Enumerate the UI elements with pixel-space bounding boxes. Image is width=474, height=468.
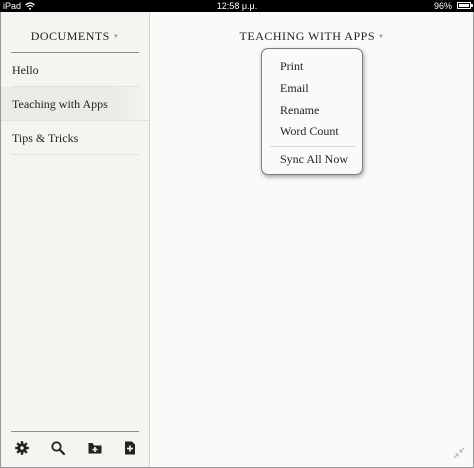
document-item-tips-tricks[interactable]: Tips & Tricks — [11, 121, 139, 155]
search-icon[interactable] — [50, 440, 66, 456]
document-add-icon[interactable] — [122, 440, 138, 456]
menu-item-email[interactable]: Email — [280, 81, 309, 96]
document-menu-popover: Print Email Rename Word Count Sync All N… — [261, 48, 363, 175]
document-title: TEACHING WITH APPS — [239, 29, 375, 43]
status-bar: iPad 12:58 μ.μ. 96% — [0, 0, 474, 12]
document-item-teaching-with-apps[interactable]: Teaching with Apps — [1, 87, 149, 121]
chevron-down-icon: ▼ — [378, 34, 385, 41]
battery-percent: 96% — [433, 1, 452, 11]
menu-item-sync-all-now[interactable]: Sync All Now — [280, 152, 348, 167]
sidebar-title: DOCUMENTS — [30, 29, 110, 43]
status-time: 12:58 μ.μ. — [216, 1, 258, 11]
document-label: Teaching with Apps — [12, 97, 108, 111]
folder-add-icon[interactable] — [87, 440, 103, 456]
document-item-hello[interactable]: Hello — [11, 53, 139, 87]
sidebar-title-button[interactable]: DOCUMENTS ▼ — [1, 29, 149, 44]
document-list: Hello Teaching with Apps Tips & Tricks — [1, 53, 149, 155]
menu-item-print[interactable]: Print — [280, 59, 303, 74]
divider — [11, 431, 139, 432]
sidebar: DOCUMENTS ▼ Hello Teaching with Apps Tips… — [1, 12, 150, 467]
collapse-icon[interactable] — [453, 447, 465, 459]
menu-divider — [270, 146, 356, 147]
document-title-button[interactable]: TEACHING WITH APPS ▼ — [150, 29, 474, 44]
document-label: Tips & Tricks — [12, 131, 79, 145]
chevron-down-icon: ▼ — [112, 34, 120, 41]
gear-icon[interactable] — [14, 440, 30, 456]
battery-icon — [457, 2, 473, 9]
sidebar-toolbar — [1, 438, 149, 458]
menu-item-word-count[interactable]: Word Count — [280, 124, 339, 139]
menu-item-rename[interactable]: Rename — [280, 103, 319, 118]
document-label: Hello — [12, 63, 39, 77]
